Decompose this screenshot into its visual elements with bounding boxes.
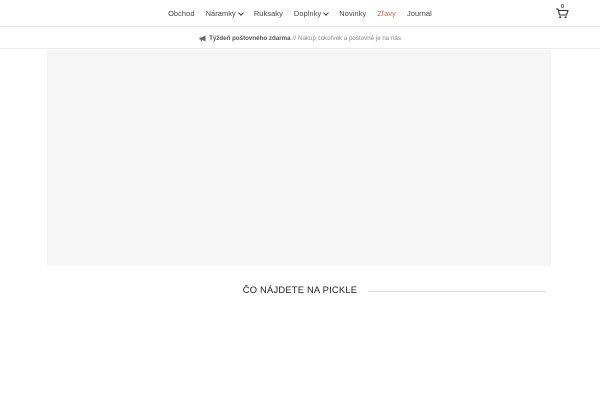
nav-item-label: Novinky [339,9,367,18]
cart-button[interactable]: 0 [555,4,569,20]
nav-item-obchod[interactable]: Obchod [163,9,201,18]
top-navigation: Obchod Náramky Ruksaky Doplnky Novinky Z… [0,0,600,27]
nav-item-label: Náramky [205,9,236,18]
section-title: ČO NÁJDETE NA PICKLE [242,284,358,295]
nav-item-doplnky[interactable]: Doplnky [288,9,333,18]
announcement-bar: Týždeň poštovného zdarma // Nakúp čokoľv… [0,28,600,49]
announcement-highlight: Týždeň poštovného zdarma [209,34,291,42]
nav-item-zlavy[interactable]: Zľavy [372,9,402,18]
nav-item-ruksaky[interactable]: Ruksaky [248,9,288,18]
cart-count-badge: 0 [561,4,565,10]
page: Obchod Náramky Ruksaky Doplnky Novinky Z… [0,0,600,400]
chevron-down-icon [238,9,244,16]
nav-item-label: Ruksaky [253,9,283,18]
nav-item-label: Obchod [168,9,195,18]
hero-banner[interactable] [47,50,551,266]
section-divider [368,291,546,292]
main-menu: Obchod Náramky Ruksaky Doplnky Novinky Z… [0,0,600,27]
nav-item-label: Doplnky [293,9,322,18]
announcement-text: Nakúp čokoľvek a poštovné je na nás [298,34,401,42]
megaphone-icon [199,35,206,41]
chevron-down-icon [323,9,330,16]
announcement-separator: // [292,34,296,42]
nav-item-label: Journal [406,9,432,18]
nav-item-label: Zľavy [377,9,396,18]
nav-item-journal[interactable]: Journal [401,9,437,18]
nav-item-naramky[interactable]: Náramky [200,9,248,18]
nav-item-novinky[interactable]: Novinky [334,9,372,18]
